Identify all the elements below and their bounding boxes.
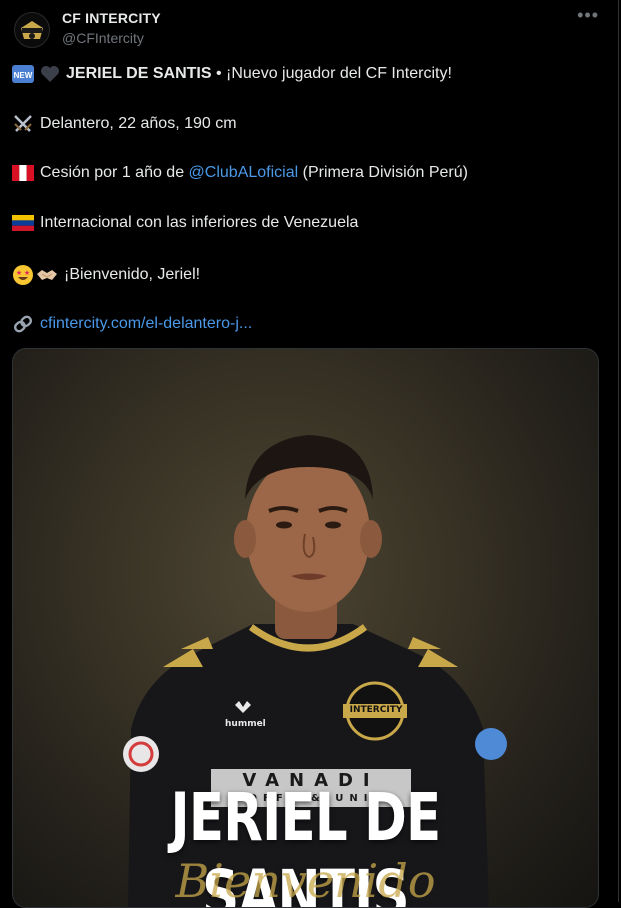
svg-text:NEW: NEW xyxy=(14,71,33,80)
tweet-line-5: ★ ★ ¡Bienvenido, Jeriel! xyxy=(12,264,200,286)
tweet-line-5-text: ¡Bienvenido, Jeriel! xyxy=(64,266,201,283)
tweet-line-4-text: Internacional con las inferiores de Vene… xyxy=(40,214,359,231)
new-badge-icon: NEW xyxy=(12,64,34,84)
author-handle[interactable]: @CFIntercity xyxy=(62,30,144,46)
divider xyxy=(618,0,619,902)
shoulder-chevron-left xyxy=(163,649,203,667)
link-icon xyxy=(12,314,34,334)
black-heart-icon xyxy=(40,65,60,83)
cf-intercity-crest-icon xyxy=(21,21,43,39)
tweet-line-4: Internacional con las inferiores de Vene… xyxy=(12,214,358,232)
crossed-swords-icon xyxy=(12,114,34,134)
crest-text: INTERCITY xyxy=(349,705,403,715)
media-image[interactable]: INTERCITY hummel VANADI OFFE & UNI JERIE… xyxy=(12,348,599,908)
tweet-link-line: cfintercity.com/el-delantero-j... xyxy=(12,314,252,334)
svg-text:★: ★ xyxy=(16,269,22,277)
sleeve-badge-right xyxy=(475,728,507,760)
shoulder-chevron-right-2 xyxy=(408,637,441,649)
sleeve-badge-left xyxy=(123,736,159,772)
kit-brand-text: hummel xyxy=(225,719,266,729)
face xyxy=(246,456,370,612)
shoulder-chevron-right xyxy=(418,649,458,667)
author-name[interactable]: CF INTERCITY xyxy=(62,10,161,26)
tweet-line-1: NEW JERIEL DE SANTIS • ¡Nuevo jugador de… xyxy=(12,64,452,84)
shoulder-chevron-left-2 xyxy=(181,637,213,649)
peru-flag-icon xyxy=(12,165,34,181)
tweet-line-1-text: • ¡Nuevo jugador del CF Intercity! xyxy=(211,65,452,82)
handshake-icon xyxy=(36,266,58,284)
tweet-line-3-text: Cesión por 1 año de xyxy=(40,164,189,181)
more-options-icon[interactable]: ••• xyxy=(577,6,599,24)
tweet-line-3: Cesión por 1 año de @ClubALoficial (Prim… xyxy=(12,164,468,182)
player-name: JERIEL DE SANTIS xyxy=(66,65,212,82)
tweet[interactable]: CF INTERCITY @CFIntercity ••• NEW JERIEL… xyxy=(0,0,621,908)
venezuela-flag-icon xyxy=(12,215,34,231)
svg-text:★: ★ xyxy=(24,269,30,277)
star-struck-icon: ★ ★ xyxy=(12,264,34,286)
welcome-script-text: Bienvenido xyxy=(175,854,436,908)
tweet-line-2-text: Delantero, 22 años, 190 cm xyxy=(40,115,237,132)
article-link[interactable]: cfintercity.com/el-delantero-j... xyxy=(40,315,252,333)
avatar[interactable] xyxy=(14,12,50,48)
tweet-line-3-suffix: (Primera División Perú) xyxy=(298,164,468,181)
tweet-line-2: Delantero, 22 años, 190 cm xyxy=(12,114,237,134)
club-mention-link[interactable]: @ClubALoficial xyxy=(189,164,299,182)
